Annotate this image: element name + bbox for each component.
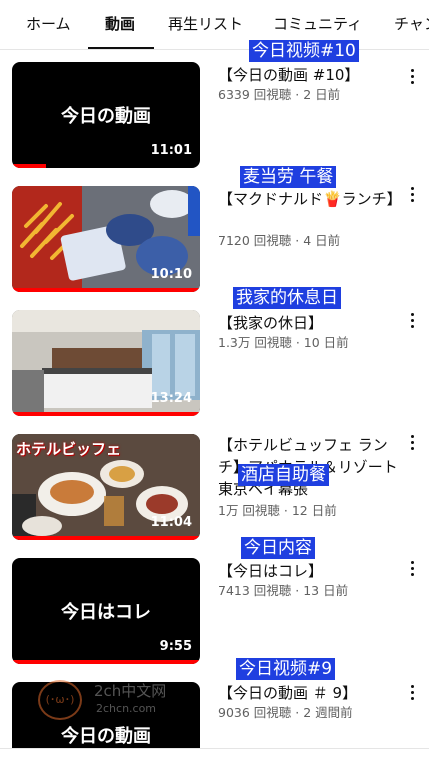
- tab-playlists[interactable]: 再生リスト: [168, 0, 243, 49]
- annotation-label: 我家的休息日: [233, 287, 341, 309]
- annotation-label: 麦当劳 午餐: [240, 166, 337, 188]
- more-options-icon[interactable]: [404, 558, 420, 580]
- site-watermark: (･ω･) 2ch中文网 2chcn.com: [38, 678, 208, 722]
- video-item[interactable]: 10:10 【マクドナルド🍟ランチ】 7120 回視聴 · 4 日前: [0, 186, 429, 294]
- video-duration: 11:01: [150, 143, 192, 158]
- channel-tabs: ホーム 動画 再生リスト コミュニティ チャン: [0, 0, 429, 50]
- video-meta: 7413 回視聴 · 13 日前: [218, 583, 349, 598]
- more-options-icon[interactable]: [404, 66, 420, 88]
- video-meta: 1.3万 回視聴 · 10 日前: [218, 335, 349, 350]
- video-title[interactable]: 【今日の動画 #10】: [218, 64, 398, 86]
- more-options-icon[interactable]: [404, 310, 420, 332]
- watermark-face-icon: (･ω･): [38, 680, 82, 720]
- video-duration: 13:24: [150, 391, 192, 406]
- watch-progress-bar: [12, 288, 200, 292]
- bottom-navigation-bar: [0, 748, 429, 760]
- video-item[interactable]: 今日はコレ 9:55 【今日はコレ】 7413 回視聴 · 13 日前: [0, 558, 429, 666]
- video-meta: 6339 回視聴 · 2 日前: [218, 87, 341, 102]
- tab-videos[interactable]: 動画: [105, 0, 135, 49]
- video-item[interactable]: ホテルビッフェ 11:04 【ホテルビュッフェ ランチ】アパホテル＆リゾート 東…: [0, 434, 429, 542]
- tab-home[interactable]: ホーム: [26, 0, 71, 49]
- watch-progress-bar: [12, 164, 46, 168]
- watermark-url: 2chcn.com: [96, 702, 157, 715]
- annotation-label: 今日视频#10: [249, 40, 359, 62]
- more-options-icon[interactable]: [404, 184, 420, 206]
- video-title[interactable]: 【マクドナルド🍟ランチ】: [218, 188, 402, 210]
- annotation-label: 酒店自助餐: [238, 464, 329, 486]
- video-thumbnail[interactable]: 今日はコレ 9:55: [12, 558, 200, 664]
- video-item[interactable]: 13:24 【我家の休日】 1.3万 回視聴 · 10 日前: [0, 310, 429, 418]
- annotation-label: 今日内容: [241, 537, 315, 559]
- watermark-site-name: 2ch中文网: [94, 682, 167, 700]
- video-meta: 9036 回視聴 · 2 週間前: [218, 705, 353, 720]
- video-title[interactable]: 【我家の休日】: [218, 312, 398, 334]
- thumbnail-text: 今日の動画: [61, 726, 151, 747]
- video-thumbnail[interactable]: ホテルビッフェ 11:04: [12, 434, 200, 540]
- more-options-icon[interactable]: [404, 682, 420, 704]
- watch-progress-bar: [12, 660, 200, 664]
- annotation-label: 今日视频#9: [236, 658, 336, 680]
- video-duration: 10:10: [150, 267, 192, 282]
- video-thumbnail[interactable]: 今日の動画 11:01: [12, 62, 200, 168]
- thumbnail-text: ホテルビッフェ: [16, 440, 122, 458]
- video-meta: 1万 回視聴 · 12 日前: [218, 503, 337, 518]
- video-duration: 9:55: [159, 639, 192, 654]
- tab-channels[interactable]: チャン: [394, 0, 429, 49]
- video-duration: 11:04: [150, 515, 192, 530]
- video-item[interactable]: 今日の動画 11:01 【今日の動画 #10】 6339 回視聴 · 2 日前: [0, 62, 429, 170]
- video-thumbnail[interactable]: 13:24: [12, 310, 200, 416]
- thumbnail-text: 今日の動画: [61, 106, 151, 127]
- watch-progress-bar: [12, 412, 200, 416]
- more-options-icon[interactable]: [404, 432, 420, 454]
- video-title[interactable]: 【今日はコレ】: [218, 560, 398, 582]
- video-title[interactable]: 【今日の動画 ＃ 9】: [218, 682, 398, 704]
- thumbnail-text: 今日はコレ: [61, 602, 151, 623]
- watch-progress-bar: [12, 536, 200, 540]
- video-meta: 7120 回視聴 · 4 日前: [218, 233, 341, 248]
- video-thumbnail[interactable]: 10:10: [12, 186, 200, 292]
- active-tab-indicator: [88, 47, 154, 49]
